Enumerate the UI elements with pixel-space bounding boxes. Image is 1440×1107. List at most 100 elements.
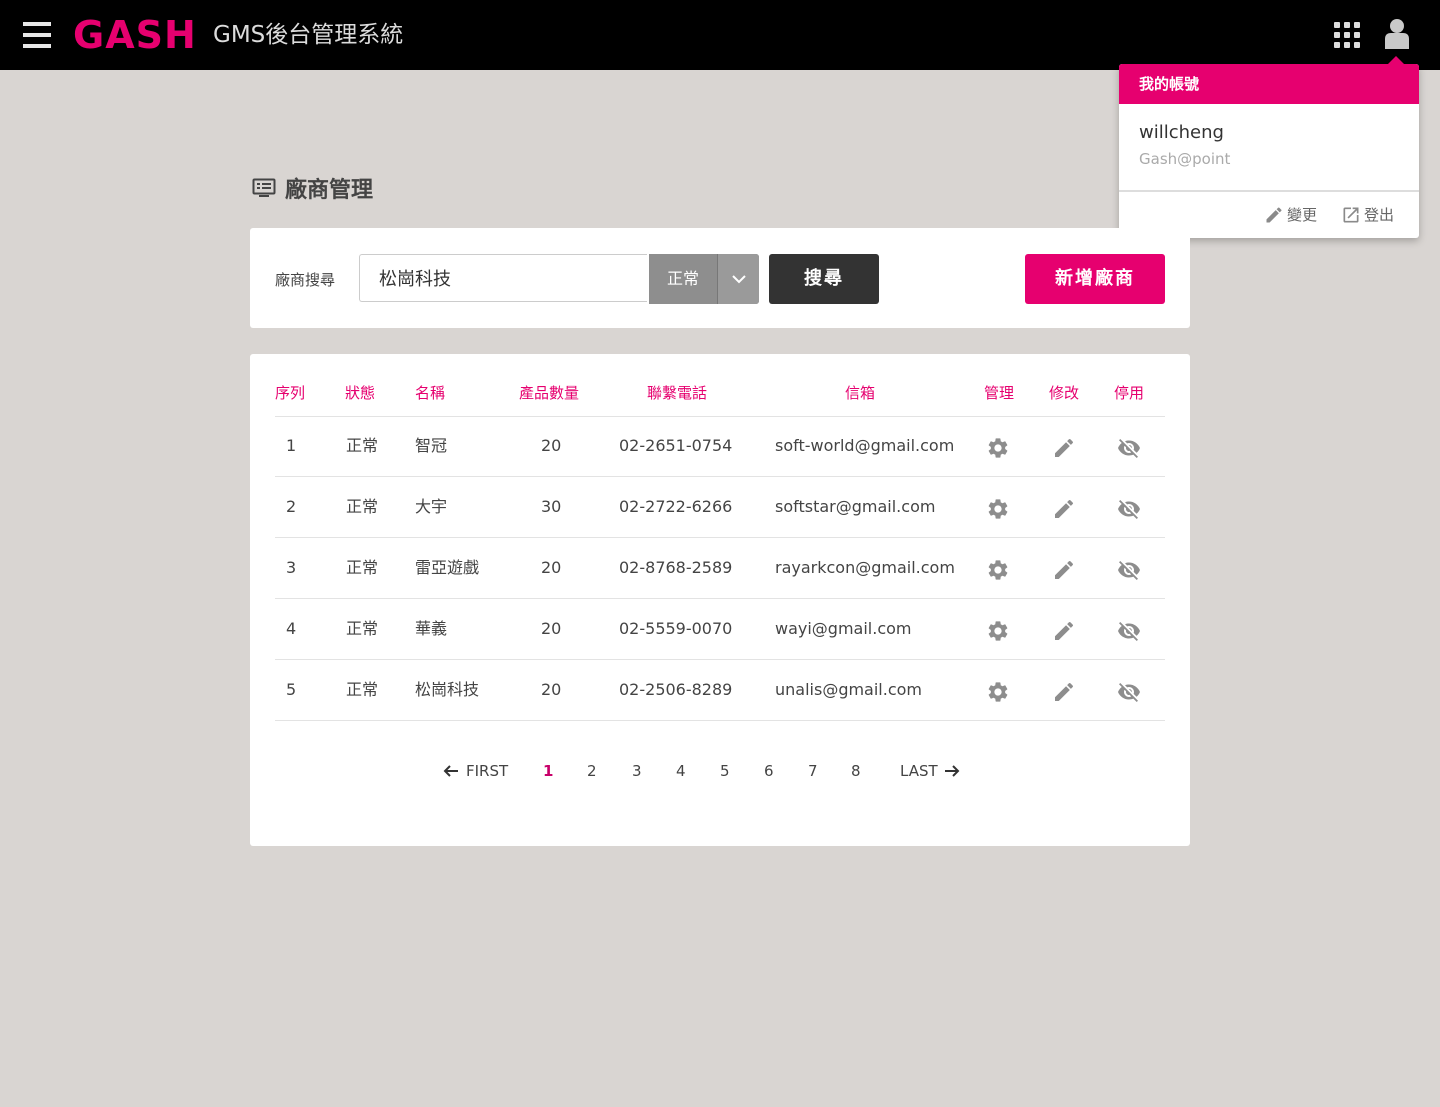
quantity-cell: 30	[541, 497, 562, 516]
chevron-down-icon[interactable]	[717, 254, 759, 304]
column-header-phone: 聯繫電話	[647, 384, 708, 402]
page-5-button[interactable]: 5	[720, 762, 730, 780]
phone-cell: 02-2651-0754	[619, 436, 733, 455]
top-bar: GASH GMS後台管理系統	[0, 0, 1440, 70]
table-header: 序列 狀態 名稱 產品數量 聯繫電話 信箱 管理 修改 停用	[275, 382, 1165, 417]
arrow-left-icon	[443, 765, 458, 777]
column-header-manage: 管理	[984, 384, 1015, 402]
table-row: 2 正常 大宇 30 02-2722-6266 softstar@gmail.com	[275, 477, 1165, 538]
page-7-button[interactable]: 7	[808, 762, 818, 780]
disable-eye-off-icon[interactable]	[1117, 680, 1141, 704]
page-2-button[interactable]: 2	[587, 762, 597, 780]
table-row: 1 正常 智冠 20 02-2651-0754 soft-world@gmail.com	[275, 416, 1165, 477]
email-cell: rayarkcon@gmail.com	[775, 558, 955, 577]
apps-grid-icon[interactable]	[1334, 22, 1360, 48]
page-4-button[interactable]: 4	[676, 762, 686, 780]
seq-cell: 5	[286, 680, 297, 699]
column-header-edit: 修改	[1049, 384, 1080, 402]
list-monitor-icon	[252, 178, 276, 197]
edit-pencil-icon[interactable]	[1052, 619, 1076, 643]
page-6-button[interactable]: 6	[764, 762, 774, 780]
manage-gear-icon[interactable]	[986, 436, 1010, 460]
status-select[interactable]: 正常	[649, 254, 759, 304]
email-cell: soft-world@gmail.com	[775, 436, 955, 455]
email-cell: unalis@gmail.com	[775, 680, 923, 699]
phone-cell: 02-5559-0070	[619, 619, 733, 638]
column-header-quantity: 產品數量	[519, 384, 580, 402]
vendor-name-cell: 大宇	[415, 497, 448, 516]
status-cell: 正常	[346, 558, 379, 577]
account-menu-title: 我的帳號	[1119, 64, 1419, 104]
vendor-name-cell: 松崗科技	[415, 680, 480, 699]
manage-gear-icon[interactable]	[986, 680, 1010, 704]
page-8-button[interactable]: 8	[851, 762, 861, 780]
edit-pencil-icon[interactable]	[1052, 497, 1076, 521]
disable-eye-off-icon[interactable]	[1117, 558, 1141, 582]
quantity-cell: 20	[541, 558, 562, 577]
table-row: 4 正常 華義 20 02-5559-0070 wayi@gmail.com	[275, 599, 1165, 660]
disable-eye-off-icon[interactable]	[1117, 497, 1141, 521]
page-1-button[interactable]: 1	[543, 762, 553, 780]
first-label: FIRST	[466, 762, 509, 780]
table-row: 5 正常 松崗科技 20 02-2506-8289 unalis@gmail.com	[275, 660, 1165, 721]
status-cell: 正常	[346, 680, 379, 699]
last-label: LAST	[900, 762, 938, 780]
seq-cell: 1	[286, 436, 297, 455]
email-cell: wayi@gmail.com	[775, 619, 912, 638]
logout-label: 登出	[1364, 206, 1395, 224]
seq-cell: 2	[286, 497, 297, 516]
column-header-status: 狀態	[345, 384, 376, 402]
user-account-icon[interactable]	[1382, 18, 1412, 50]
vendor-name-cell: 華義	[415, 619, 448, 638]
status-selected-value: 正常	[666, 269, 699, 288]
arrow-right-icon	[944, 765, 960, 777]
app-title: GMS後台管理系統	[213, 22, 404, 48]
manage-gear-icon[interactable]	[986, 497, 1010, 521]
change-label: 變更	[1287, 206, 1318, 224]
seq-cell: 4	[286, 619, 297, 638]
column-header-name: 名稱	[415, 384, 446, 402]
edit-pencil-icon[interactable]	[1052, 558, 1076, 582]
disable-eye-off-icon[interactable]	[1117, 619, 1141, 643]
account-username: willcheng	[1139, 122, 1224, 143]
search-label: 廠商搜尋	[275, 271, 336, 289]
search-button[interactable]: 搜尋	[769, 254, 879, 304]
pencil-icon	[1266, 206, 1282, 222]
external-link-icon	[1343, 207, 1359, 222]
vendor-name-cell: 雷亞遊戲	[415, 558, 480, 577]
first-page-button[interactable]: FIRST	[443, 762, 508, 780]
edit-pencil-icon[interactable]	[1052, 680, 1076, 704]
vendor-table-card: 序列 狀態 名稱 產品數量 聯繫電話 信箱 管理 修改 停用 1 正常 智冠 20 02…	[250, 354, 1190, 846]
phone-cell: 02-8768-2589	[619, 558, 733, 577]
add-vendor-button[interactable]: 新增廠商	[1025, 254, 1165, 304]
page-header: 廠商管理	[252, 172, 373, 204]
gash-logo[interactable]: GASH	[73, 12, 197, 58]
phone-cell: 02-2506-8289	[619, 680, 733, 699]
last-page-button[interactable]: LAST	[900, 762, 960, 780]
column-header-disable: 停用	[1114, 384, 1145, 402]
search-card: 廠商搜尋 正常 搜尋 新增廠商	[250, 228, 1190, 328]
dropdown-caret	[1387, 56, 1405, 65]
page-title: 廠商管理	[285, 178, 374, 203]
status-cell: 正常	[346, 497, 379, 516]
manage-gear-icon[interactable]	[986, 558, 1010, 582]
seq-cell: 3	[286, 558, 297, 577]
column-header-seq: 序列	[275, 384, 306, 402]
vendor-search-input[interactable]	[359, 254, 647, 302]
disable-eye-off-icon[interactable]	[1117, 436, 1141, 460]
status-cell: 正常	[346, 619, 379, 638]
table-row: 3 正常 雷亞遊戲 20 02-8768-2589 rayarkcon@gmail.com	[275, 538, 1165, 599]
menu-icon[interactable]	[23, 22, 51, 48]
quantity-cell: 20	[541, 436, 562, 455]
edit-pencil-icon[interactable]	[1052, 436, 1076, 460]
divider	[1119, 190, 1419, 192]
logout-button[interactable]: 登出	[1341, 204, 1394, 225]
account-company: Gash@point	[1139, 150, 1231, 168]
page-3-button[interactable]: 3	[632, 762, 642, 780]
manage-gear-icon[interactable]	[986, 619, 1010, 643]
status-cell: 正常	[346, 436, 379, 455]
change-account-button[interactable]: 變更	[1264, 204, 1317, 225]
vendor-name-cell: 智冠	[415, 436, 448, 455]
phone-cell: 02-2722-6266	[619, 497, 733, 516]
column-header-email: 信箱	[845, 384, 876, 402]
